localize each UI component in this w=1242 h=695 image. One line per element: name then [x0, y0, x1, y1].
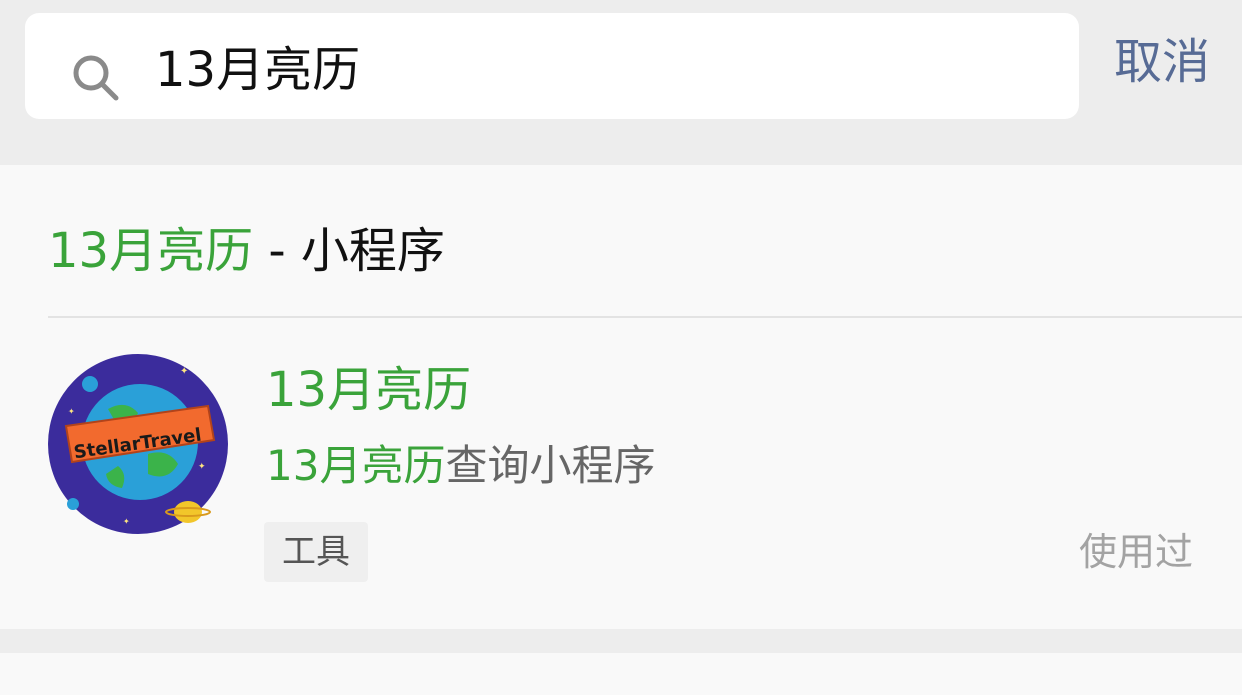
search-bar: 取消 [0, 0, 1242, 165]
section-header-highlight: 13月亮历 [48, 223, 254, 279]
search-icon [73, 55, 119, 101]
svg-text:✦: ✦ [198, 462, 206, 472]
avatar: ✦ ✦ ✦ ✦ StellarTravel [48, 354, 228, 534]
description-rest: 查询小程序 [445, 441, 656, 490]
category-tag: 工具 [264, 522, 368, 582]
svg-text:✦: ✦ [180, 366, 188, 377]
used-status: 使用过 [1078, 530, 1193, 574]
cancel-button[interactable]: 取消 [1114, 30, 1210, 94]
mini-program-result[interactable]: ✦ ✦ ✦ ✦ StellarTravel 13月亮历 13月亮历查询小程序 工… [0, 318, 1242, 629]
results-card: 13月亮历 - 小程序 ✦ ✦ ✦ ✦ StellarTravel 13月亮历 … [0, 165, 1242, 629]
next-results-card [0, 653, 1242, 695]
search-box[interactable] [25, 13, 1079, 119]
section-separator [0, 629, 1242, 653]
section-header-suffix: - 小程序 [253, 223, 445, 279]
svg-text:✦: ✦ [68, 407, 75, 416]
svg-text:✦: ✦ [123, 517, 130, 526]
result-title: 13月亮历 [266, 362, 472, 418]
result-description: 13月亮历查询小程序 [266, 436, 655, 496]
search-input[interactable] [155, 39, 1055, 101]
section-header: 13月亮历 - 小程序 [48, 219, 445, 283]
description-highlight: 13月亮历 [266, 441, 446, 490]
